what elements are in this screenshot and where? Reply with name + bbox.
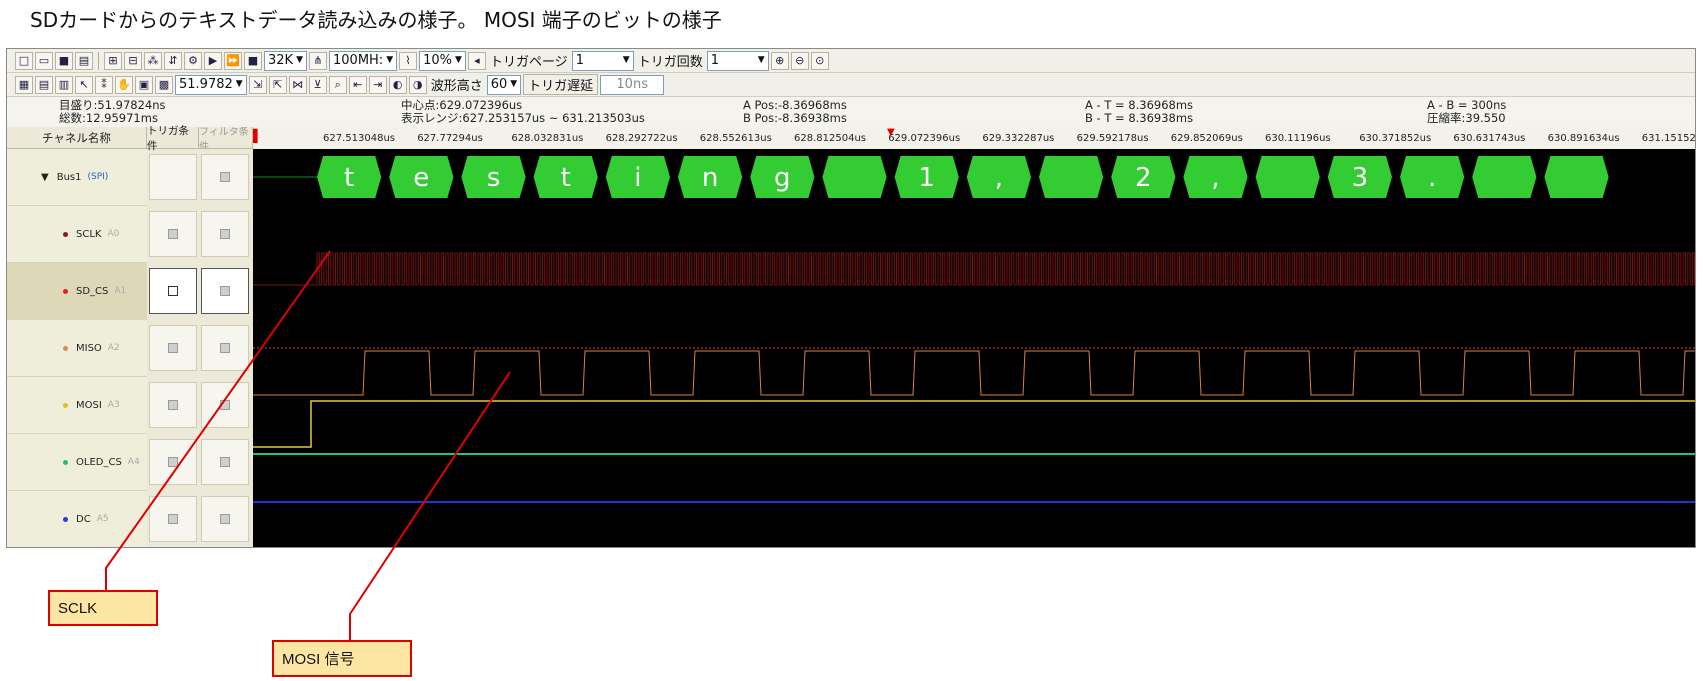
mosi-callout: MOSI 信号: [272, 640, 412, 677]
sclk-callout: SCLK: [48, 590, 158, 626]
annotation-overlay: [105, 250, 511, 640]
mosi-callout-line: [349, 371, 511, 640]
sclk-callout-line: [105, 250, 331, 598]
